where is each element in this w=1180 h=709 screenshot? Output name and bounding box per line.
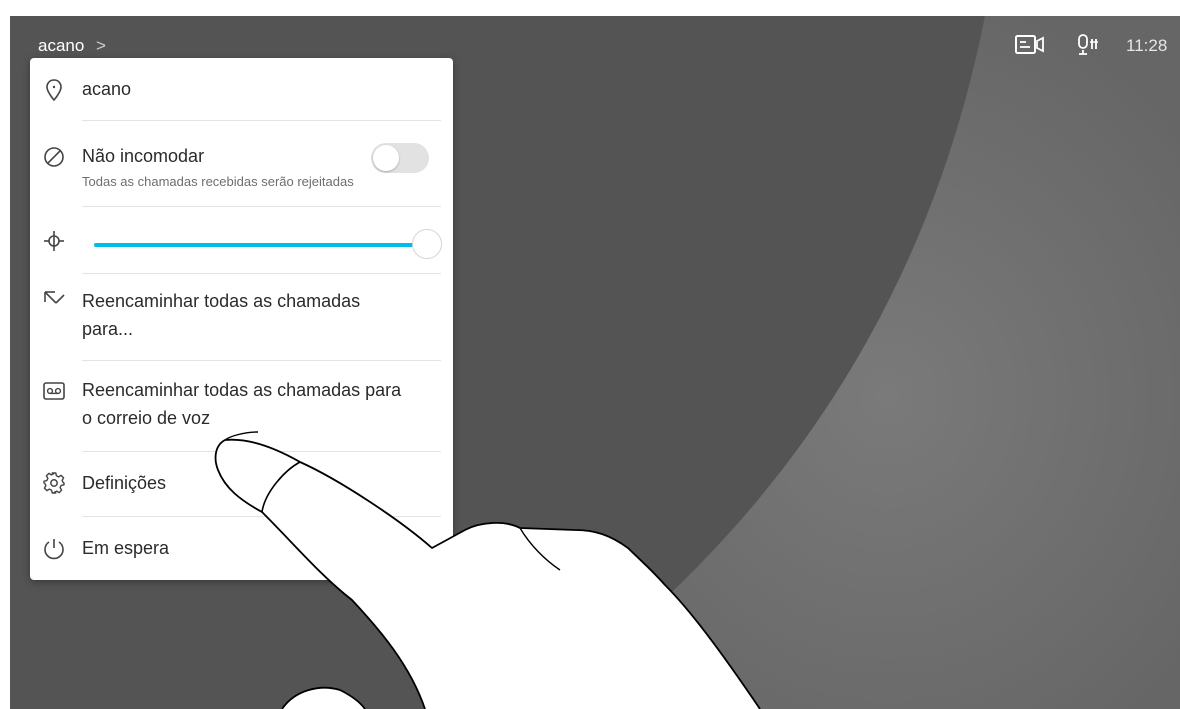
do-not-disturb-label: Não incomodar xyxy=(82,146,205,166)
forward-voicemail-label-line2: o correio de voz xyxy=(82,408,211,428)
do-not-disturb-sublabel: Todas as chamadas recebidas serão rejeit… xyxy=(82,174,354,189)
forward-voicemail-label-line1: Reencaminhar todas as chamadas para xyxy=(82,380,402,400)
do-not-disturb-toggle[interactable] xyxy=(371,143,429,173)
brightness-slider-handle[interactable] xyxy=(412,229,442,259)
menu-item-settings[interactable]: Definições xyxy=(30,452,453,516)
location-label: acano xyxy=(82,79,132,99)
menu-item-location[interactable]: acano xyxy=(30,58,453,120)
location-pin-icon xyxy=(46,79,62,102)
brightness-icon xyxy=(44,231,64,251)
menu-item-brightness xyxy=(30,207,453,273)
call-forward-icon xyxy=(44,291,65,304)
clock: 11:28 xyxy=(1126,36,1168,55)
settings-label: Definições xyxy=(82,473,167,493)
menu-item-forward-all-calls[interactable]: Reencaminhar todas as chamadas para... xyxy=(30,274,453,360)
voicemail-icon xyxy=(43,382,65,400)
chevron-right-icon[interactable]: > xyxy=(96,36,106,56)
do-not-disturb-icon xyxy=(44,147,64,167)
menu-item-forward-voicemail[interactable]: Reencaminhar todas as chamadas para o co… xyxy=(30,361,453,451)
standby-label: Em espera xyxy=(82,538,170,558)
power-icon xyxy=(44,539,64,560)
self-view-icon[interactable] xyxy=(1015,35,1045,55)
menu-item-standby[interactable]: Em espera xyxy=(30,517,453,580)
brightness-slider-track[interactable] xyxy=(94,243,430,247)
device-name[interactable]: acano xyxy=(38,36,84,56)
mic-mute-icon[interactable] xyxy=(1076,33,1100,57)
gear-icon xyxy=(43,472,65,494)
forward-all-label-line1: Reencaminhar todas as chamadas xyxy=(82,291,361,311)
forward-all-label-line2: para... xyxy=(82,319,134,339)
menu-item-do-not-disturb[interactable]: Não incomodar Todas as chamadas recebida… xyxy=(30,121,453,205)
toggle-knob xyxy=(373,145,399,171)
quick-settings-menu: acano Não incomodar Todas as chamadas re… xyxy=(30,58,453,580)
